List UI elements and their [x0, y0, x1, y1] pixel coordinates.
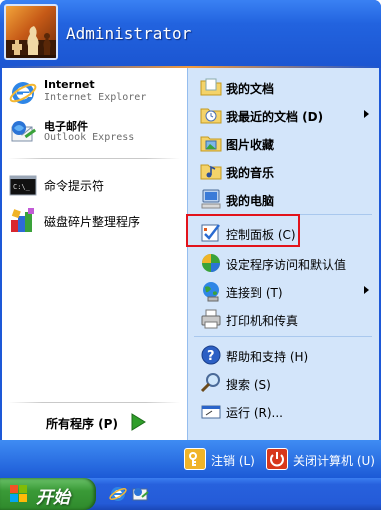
disk-defragmenter-icon: [8, 206, 38, 236]
recent-documents-icon: [200, 104, 222, 126]
place-label: 搜索 (S): [226, 378, 271, 392]
pinned-subtitle: Internet Explorer: [44, 92, 147, 103]
submenu-arrow-icon: [364, 286, 369, 294]
place-my-music[interactable]: 我的音乐: [188, 158, 378, 184]
run-icon: [200, 400, 222, 422]
recent-label: 命令提示符: [44, 179, 105, 193]
place-label: 帮助和支持 (H): [226, 350, 309, 364]
place-search[interactable]: 搜索 (S): [188, 370, 378, 396]
my-computer-icon: [200, 188, 222, 210]
shut-down-icon: [266, 448, 288, 470]
place-label: 图片收藏: [226, 138, 275, 152]
recent-label: 磁盘碎片整理程序: [44, 215, 141, 229]
quicklaunch-internet-explorer-icon[interactable]: [108, 484, 128, 504]
log-off-label: 注销 (L): [211, 454, 255, 468]
my-pictures-icon: [200, 132, 222, 154]
windows-flag-icon: [10, 485, 28, 503]
my-documents-icon: [200, 76, 222, 98]
place-my-computer[interactable]: 我的电脑: [188, 186, 378, 212]
start-label: 开始: [36, 488, 70, 508]
place-label: 打印机和传真: [226, 314, 299, 328]
place-label: 运行 (R)...: [226, 406, 283, 420]
start-button[interactable]: 开始: [0, 478, 96, 510]
pinned-email[interactable]: 电子邮件 Outlook Express: [2, 114, 187, 152]
help-icon: ?: [200, 344, 222, 366]
pinned-subtitle: Outlook Express: [44, 132, 135, 143]
connect-to-icon: [200, 280, 222, 302]
recent-command-prompt[interactable]: C:\_ 命令提示符: [2, 166, 187, 204]
svg-text:C:\_: C:\_: [13, 183, 31, 191]
place-recent-documents[interactable]: 我最近的文档 (D): [188, 102, 378, 128]
place-label: 我最近的文档 (D): [226, 110, 324, 124]
submenu-arrow-icon: [364, 110, 369, 118]
place-label: 我的电脑: [226, 194, 275, 208]
menu-footer: 注销 (L) 关闭计算机 (U): [0, 440, 381, 478]
recent-disk-defragmenter[interactable]: 磁盘碎片整理程序: [2, 202, 187, 240]
place-my-documents[interactable]: 我的文档: [188, 74, 378, 100]
places-divider: [194, 336, 372, 337]
place-label: 我的音乐: [226, 166, 275, 180]
shut-down-label: 关闭计算机 (U): [293, 454, 375, 468]
user-name: Administrator: [66, 24, 192, 43]
user-avatar[interactable]: [4, 4, 58, 60]
place-label: 设定程序访问和默认值: [226, 258, 347, 272]
place-program-access[interactable]: 设定程序访问和默认值: [188, 250, 378, 276]
all-programs-divider: [8, 402, 180, 403]
program-list: Internet Internet Explorer 电子邮件 Outlook …: [2, 68, 187, 440]
places-list: 我的文档 我最近的文档 (D) 图片收藏 我的音乐 我的电脑 控制面板 (C) …: [186, 68, 379, 440]
command-prompt-icon: C:\_: [8, 170, 38, 200]
user-header: Administrator: [0, 0, 381, 68]
taskbar: 开始: [0, 478, 381, 510]
printers-faxes-icon: [200, 308, 222, 330]
place-label: 我的文档: [226, 82, 275, 96]
place-run[interactable]: 运行 (R)...: [188, 398, 378, 424]
internet-explorer-icon: [8, 78, 38, 108]
place-help-support[interactable]: ? 帮助和支持 (H): [188, 342, 378, 368]
place-label: 连接到 (T): [226, 286, 283, 300]
place-connect-to[interactable]: 连接到 (T): [188, 278, 378, 304]
pinned-internet-explorer[interactable]: Internet Internet Explorer: [2, 74, 187, 112]
place-printers-faxes[interactable]: 打印机和传真: [188, 306, 378, 332]
control-panel-highlight-box: [186, 214, 300, 247]
start-menu: Administrator Internet Internet Explorer: [0, 0, 381, 478]
place-my-pictures[interactable]: 图片收藏: [188, 130, 378, 156]
pinned-title: Internet: [44, 78, 95, 91]
program-access-icon: [200, 252, 222, 274]
all-programs-label: 所有程序 (P): [46, 417, 118, 431]
svg-text:?: ?: [207, 349, 215, 364]
pinned-divider: [8, 158, 180, 159]
log-off-icon: [184, 448, 206, 470]
outlook-express-icon: [8, 118, 38, 148]
search-icon: [200, 372, 222, 394]
quicklaunch-outlook-express-icon[interactable]: [130, 484, 150, 504]
my-music-icon: [200, 160, 222, 182]
all-programs-button[interactable]: 所有程序 (P): [2, 408, 187, 438]
green-arrow-icon: [128, 412, 148, 432]
